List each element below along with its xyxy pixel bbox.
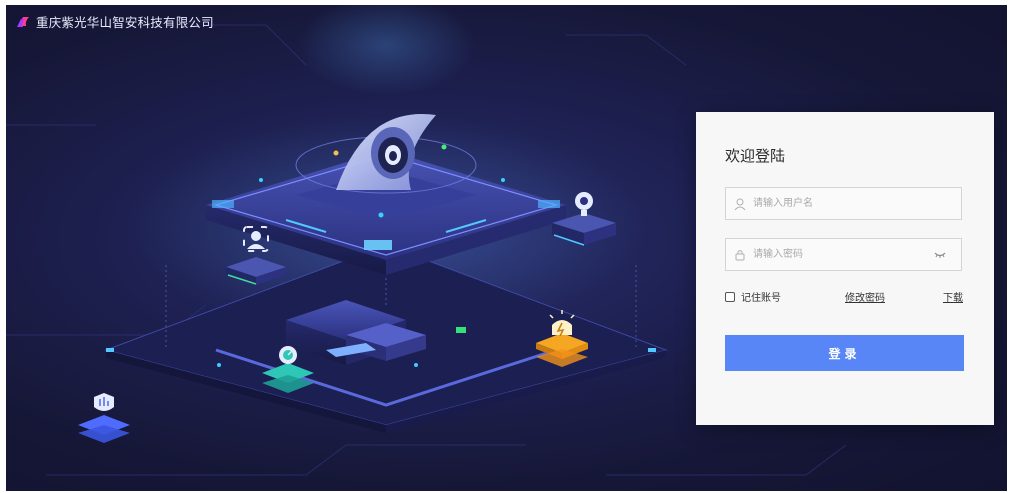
ribbon-logo-icon bbox=[17, 16, 29, 27]
eye-closed-icon[interactable] bbox=[933, 250, 947, 260]
login-options-row: 记住账号 修改密码 下载 bbox=[725, 289, 963, 305]
lock-icon bbox=[735, 249, 745, 260]
change-password-link[interactable]: 修改密码 bbox=[845, 289, 885, 304]
login-background: 重庆紫光华山智安科技有限公司 欢迎登陆 请输入用户名 记住账号 修改密码 下载 … bbox=[6, 5, 1007, 491]
company-name: 重庆紫光华山智安科技有限公司 bbox=[36, 15, 214, 30]
remember-account-checkbox[interactable]: 记住账号 bbox=[725, 289, 781, 304]
login-button[interactable]: 登录 bbox=[725, 335, 964, 371]
user-icon bbox=[734, 198, 746, 210]
download-link[interactable]: 下载 bbox=[943, 289, 963, 304]
brand-header: 重庆紫光华山智安科技有限公司 bbox=[16, 12, 214, 31]
username-field[interactable] bbox=[725, 187, 962, 220]
checkbox-box[interactable] bbox=[725, 291, 735, 302]
login-title: 欢迎登陆 bbox=[725, 147, 786, 165]
password-input[interactable] bbox=[747, 238, 933, 271]
remember-label: 记住账号 bbox=[741, 293, 781, 304]
login-panel: 欢迎登陆 记住账号 bbox=[696, 112, 994, 425]
password-field[interactable] bbox=[725, 238, 962, 271]
username-input[interactable] bbox=[747, 187, 961, 220]
